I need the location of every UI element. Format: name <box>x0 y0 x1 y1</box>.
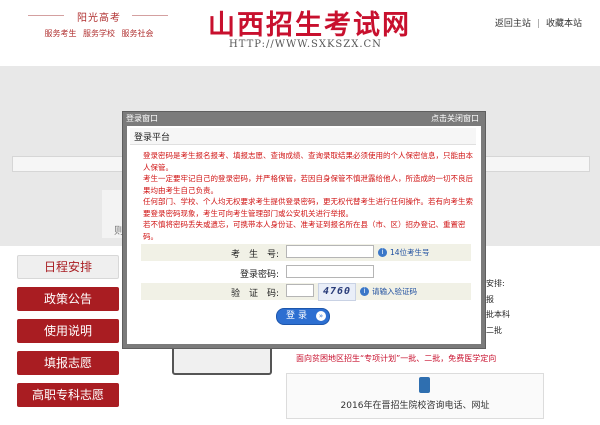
captcha-row: 验 证 码: 4760 i 请输入验证码 <box>141 283 471 301</box>
exam-number-row: 考 生 号: i 14位考生号 <box>141 244 471 261</box>
login-button-label: 登录 <box>286 311 311 321</box>
close-dialog-link[interactable]: 点击关闭窗口 <box>431 113 479 124</box>
login-dialog: 登录窗口 点击关闭窗口 登录平台 登录密码是考生报名报考、填报志愿、查询成绩、查… <box>122 111 486 349</box>
side-menu: 日程安排 政策公告 使用说明 填报志愿 高职专科志愿 <box>17 255 119 415</box>
phone-book-icon <box>419 377 430 393</box>
link-separator: | <box>536 19 540 29</box>
return-home-link[interactable]: 返回主站 <box>495 19 531 29</box>
exam-number-label: 考 生 号: <box>230 250 279 260</box>
menu-item-policy[interactable]: 政策公告 <box>17 287 119 311</box>
dialog-body: 登录平台 登录密码是考生报名报考、填报志愿、查询成绩、查询录取结果必须使用的个人… <box>127 126 481 344</box>
info-icon: i <box>360 287 369 296</box>
news-highlight-link[interactable]: 面向贫困地区招生“专项计划”一批、二批，免费医学定向 <box>296 353 496 364</box>
notice-paragraph: 任何部门、学校、个人均无权要求考生提供登录密码，更无权代替考生进行任何操作。若有… <box>143 197 473 218</box>
password-notice: 登录密码是考生报名报考、填报志愿、查询成绩、查询录取结果必须使用的个人保密信息，… <box>131 150 477 242</box>
captcha-input[interactable] <box>286 284 314 297</box>
captcha-label: 验 证 码: <box>230 289 279 299</box>
slogan-logo: 阳光高考 服务考生 服务学校 服务社会 <box>20 6 178 40</box>
captcha-image[interactable]: 4760 <box>318 283 356 301</box>
exam-number-input[interactable] <box>286 245 374 258</box>
password-input[interactable] <box>286 265 374 278</box>
consult-card-label: 2016年在晋招生院校咨询电话、网址 <box>340 401 490 411</box>
bookmark-site-link[interactable]: 收藏本站 <box>546 19 582 29</box>
slogan-subtitle: 服务考生 服务学校 服务社会 <box>44 29 154 38</box>
password-row: 登录密码: <box>141 264 471 281</box>
info-icon: i <box>378 248 387 257</box>
notice-paragraph: 登录密码是考生报名报考、填报志愿、查询成绩、查询录取结果必须使用的个人保密信息，… <box>143 151 473 172</box>
arrow-right-icon: » <box>316 311 326 321</box>
notice-paragraph: 若不慎将密码丢失或遗忘，可携带本人身份证、准考证到报名所在县（市、区）招办登记、… <box>143 220 466 241</box>
captcha-hint: 请输入验证码 <box>372 287 417 296</box>
login-button[interactable]: 登录 » <box>276 308 330 325</box>
exam-number-hint: 14位考生号 <box>390 248 430 257</box>
top-links: 返回主站 | 收藏本站 <box>495 16 582 29</box>
menu-item-instructions[interactable]: 使用说明 <box>17 319 119 343</box>
site-title[interactable]: 山西招生考试网 <box>208 3 411 42</box>
site-url: HTTP://WWW.SXKSZX.CN <box>229 39 382 50</box>
dialog-heading: 登录平台 <box>134 133 171 143</box>
password-label: 登录密码: <box>239 270 279 280</box>
dialog-heading-bar: 登录平台 <box>130 128 476 145</box>
slogan-title: 阳光高考 <box>77 13 121 24</box>
consult-card[interactable]: 2016年在晋招生院校咨询电话、网址 <box>286 373 544 419</box>
dialog-title: 登录窗口 <box>126 114 158 123</box>
dialog-titlebar: 登录窗口 点击关闭窗口 <box>123 112 485 125</box>
notice-paragraph: 考生一定要牢记自己的登录密码，并严格保管，若因自身保管不慎泄露给他人，所造成的一… <box>143 174 473 195</box>
menu-item-schedule[interactable]: 日程安排 <box>17 255 119 279</box>
menu-item-vocational-application[interactable]: 高职专科志愿 <box>17 383 119 407</box>
site-header: 阳光高考 服务考生 服务学校 服务社会 山西招生考试网 HTTP://WWW.S… <box>0 0 600 62</box>
menu-item-fill-application[interactable]: 填报志愿 <box>17 351 119 375</box>
